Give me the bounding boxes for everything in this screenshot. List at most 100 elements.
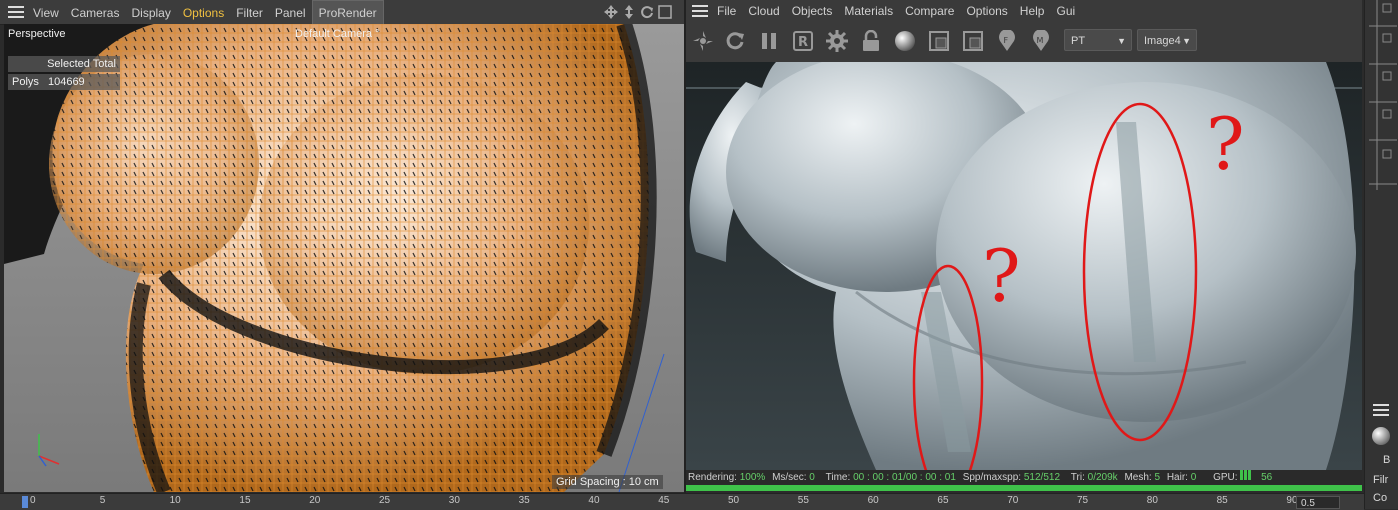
gpu-usage-icon [1240,470,1252,485]
timeline-tick-label: 30 [448,495,460,506]
hair-value: 0 [1190,472,1197,484]
side-panel-tree [1369,0,1397,190]
chevron-down-icon: ▼ [1182,36,1191,46]
menu-filter[interactable]: Filter [230,1,269,25]
timeline-tick-label: 80 [1146,495,1158,506]
svg-text:F: F [1004,36,1009,45]
timeline-tick-label: 40 [588,495,600,506]
image-select-value: Image4 [1144,35,1181,47]
send-scene-icon[interactable] [690,28,716,54]
menu-objects[interactable]: Objects [786,0,839,23]
menu-compare[interactable]: Compare [899,0,960,23]
menu-cameras[interactable]: Cameras [65,1,126,25]
render-image-view[interactable]: ? ? [686,62,1362,470]
render-toolbar: R F M PT ▼ Image4 ▼ [686,22,1362,63]
menu-materials[interactable]: Materials [838,0,899,23]
stats-polys-row: Polys 104669 [8,74,120,90]
clay-mode-icon[interactable] [926,28,952,54]
kernel-mode-value: PT [1071,35,1086,47]
menu-options[interactable]: Options [177,1,230,25]
material-preview-icon[interactable] [1371,426,1391,446]
chevron-down-icon: ▼ [1117,36,1126,46]
lock-icon[interactable] [858,28,884,54]
time-value: 00 : 00 : 01/00 : 00 : 01 [853,472,956,484]
mesh-value: 5 [1154,472,1161,484]
pause-render-icon[interactable] [756,28,782,54]
render-progress-fill [686,485,1362,491]
camera-suffix: ° [375,28,380,40]
mesh-label: Mesh: [1124,472,1152,484]
timeline-tick-label: 0 [30,495,36,506]
hamburger-menu-icon[interactable] [692,4,708,18]
polys-value: 104669 [47,76,85,88]
ms-label: Ms/sec: [772,472,807,484]
material-pin-icon[interactable]: M [1028,28,1054,54]
timeline-ruler[interactable]: 0 5 10 15 20 25 30 35 40 45 50 55 60 65 70 75 80 85 90 0.5 [0,493,1364,510]
zoom-view-icon[interactable] [622,5,636,19]
hamburger-menu-icon[interactable] [1373,404,1389,416]
grid-spacing-label: Grid Spacing : 10 cm [552,475,663,489]
render-image [686,62,1362,470]
svg-text:R: R [798,35,808,50]
timeline-tick-label: 50 [728,495,740,506]
maximize-view-icon[interactable] [658,5,672,19]
timeline-tick-label: 85 [1216,495,1228,506]
rendering-label: Rendering: [688,472,737,484]
hamburger-menu-icon[interactable] [8,5,24,19]
annotation-question-mark: ? [1206,102,1245,186]
timeline-playhead[interactable] [22,496,28,508]
spp-label: Spp/maxspp: [962,472,1022,484]
render-progress-bar [686,485,1362,491]
timeline-tick-label: 75 [1077,495,1089,506]
spp-value: 512/512 [1023,472,1061,484]
rendering-value: 100% [739,472,766,484]
timeline-tick-label: 10 [169,495,181,506]
side-panel-label-b[interactable]: B [1383,454,1390,466]
timeline-tick-label: 15 [239,495,251,506]
restart-render-icon[interactable] [722,28,748,54]
tri-value: 0/209k [1087,472,1118,484]
rotate-view-icon[interactable] [640,5,654,19]
settings-gear-icon[interactable] [824,28,850,54]
time-label: Time: [825,472,851,484]
alpha-mode-icon[interactable] [960,28,986,54]
timeline-value-field[interactable]: 0.5 [1296,496,1340,509]
polys-label: Polys [12,76,39,88]
ms-value: 0 [809,472,815,484]
move-view-icon[interactable] [604,5,618,19]
menu-options[interactable]: Options [960,0,1013,23]
timeline-tick-label: 5 [99,495,106,506]
menu-prorender[interactable]: ProRender [311,0,384,26]
image-select[interactable]: Image4 ▼ [1137,29,1197,51]
svg-text:M: M [1037,36,1044,45]
gpu-value: 56 [1261,472,1273,484]
kernel-mode-select[interactable]: PT ▼ [1064,29,1132,51]
region-render-icon[interactable]: R [790,28,816,54]
hair-label: Hair: [1166,472,1188,484]
menu-help[interactable]: Help [1014,0,1051,23]
side-panel-label-co[interactable]: Co [1373,492,1387,504]
gpu-label: GPU: [1213,472,1238,484]
perspective-viewport[interactable]: Perspective Default Camera ° Selected To… [4,24,684,492]
menu-view[interactable]: View [27,1,65,25]
menu-cloud[interactable]: Cloud [742,0,785,23]
menu-file[interactable]: File [711,0,742,23]
side-panel-label-filter[interactable]: Filr [1373,474,1388,486]
menu-panel[interactable]: Panel [269,1,312,25]
viewport-menubar: View Cameras Display Options Filter Panel ProR… [0,0,684,26]
camera-name: Default Camera [295,28,373,40]
menu-gui[interactable]: Gui [1050,0,1081,23]
tri-label: Tri: [1070,472,1085,484]
timeline-tick-label: 55 [797,495,809,506]
material-sphere-icon[interactable] [892,28,918,54]
render-menubar: File Cloud Objects Materials Compare Options H… [686,0,1362,22]
timeline-tick-label: 65 [937,495,949,506]
camera-name-label[interactable]: Default Camera ° [295,28,380,40]
timeline-tick-label: 35 [518,495,530,506]
focus-pin-icon[interactable]: F [994,28,1020,54]
timeline-tick-label: 60 [867,495,879,506]
timeline-tick-label: 25 [379,495,391,506]
menu-display[interactable]: Display [125,1,176,25]
side-panel: B Filr Co [1364,0,1398,509]
render-status-bar: Rendering: 100% Ms/sec: 0 Time: 00 : 00 … [686,470,1362,484]
